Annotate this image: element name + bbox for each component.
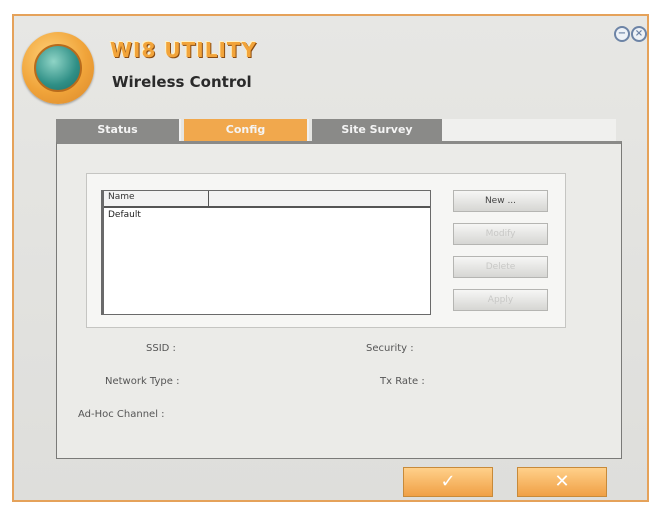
tab-site-survey[interactable]: Site Survey	[312, 119, 442, 141]
app-subtitle: Wireless Control	[112, 73, 252, 91]
list-item[interactable]: Default	[108, 210, 141, 220]
close-icon[interactable]: ×	[631, 26, 647, 42]
minimize-icon[interactable]: −	[614, 26, 630, 42]
tx-rate-label: Tx Rate :	[380, 376, 425, 387]
globe-icon	[34, 44, 82, 92]
cancel-button[interactable]: ✕	[517, 467, 607, 497]
apply-profile-button[interactable]: Apply	[453, 289, 548, 311]
app-title: WI8 UTILITY	[110, 38, 258, 62]
checkmark-icon: ✓	[440, 471, 456, 492]
security-label: Security :	[366, 343, 414, 354]
modify-profile-button[interactable]: Modify	[453, 223, 548, 245]
ssid-label: SSID :	[146, 343, 176, 354]
column-divider[interactable]	[208, 191, 209, 206]
column-header-name[interactable]: Name	[108, 192, 135, 202]
delete-profile-button[interactable]: Delete	[453, 256, 548, 278]
adhoc-channel-label: Ad-Hoc Channel :	[78, 409, 165, 420]
globe-logo-icon	[22, 32, 94, 104]
new-profile-button[interactable]: New ...	[453, 190, 548, 212]
network-type-label: Network Type :	[105, 376, 180, 387]
ok-button[interactable]: ✓	[403, 467, 493, 497]
tab-config[interactable]: Config	[184, 119, 309, 141]
tab-status[interactable]: Status	[56, 119, 181, 141]
close-x-icon: ✕	[554, 471, 570, 492]
profile-list[interactable]: Name Default	[101, 190, 431, 315]
list-header: Name	[104, 191, 430, 208]
tab-bar-filler	[442, 119, 616, 141]
